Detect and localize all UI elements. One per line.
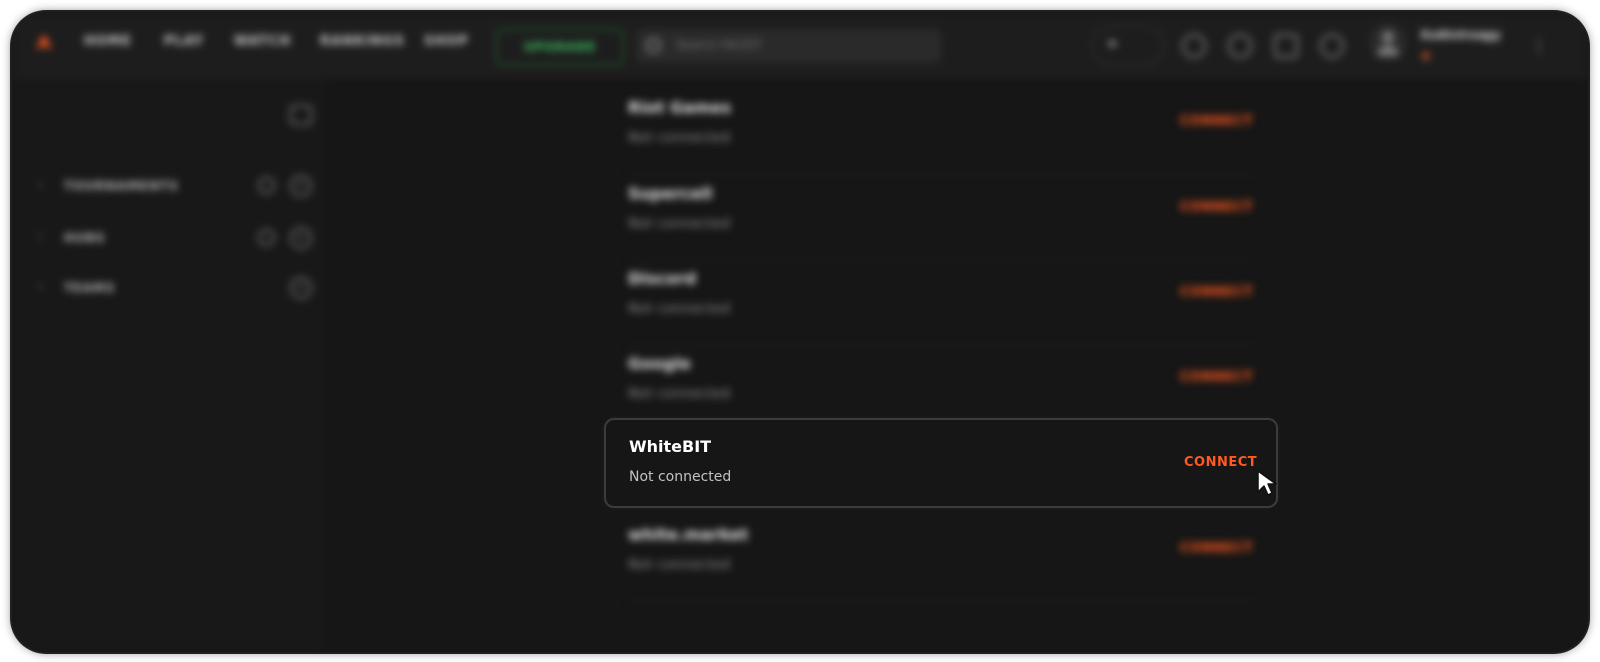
platform-name: Google: [628, 354, 691, 373]
search-tournaments-icon[interactable]: [258, 177, 275, 194]
connect-button[interactable]: CONNECT: [1180, 114, 1253, 129]
app-window: HOME PLAY WATCH RANKINGS SHOP UPGRADE Se…: [12, 12, 1588, 652]
platform-name: white.market: [628, 525, 749, 544]
blurred-background-layer: HOME PLAY WATCH RANKINGS SHOP UPGRADE Se…: [12, 12, 1588, 652]
connection-status: Not connected: [628, 557, 731, 573]
party-icon: ⚑: [1107, 38, 1118, 52]
connection-row: white.market Not connected CONNECT: [628, 515, 1253, 602]
help-icon[interactable]: [1182, 34, 1206, 58]
platform-name: Supercell: [628, 184, 713, 203]
search-placeholder: Search FACEIT: [676, 38, 762, 52]
platform-name: Riot Games: [628, 98, 731, 117]
sidebar: › TOURNAMENTS + › HUBS + › TEAMS +: [12, 81, 323, 652]
connection-row: Google Not connected CONNECT: [628, 344, 1253, 431]
add-team-icon[interactable]: +: [290, 277, 312, 299]
connect-button[interactable]: CONNECT: [1180, 370, 1253, 385]
nav-shop[interactable]: SHOP: [424, 34, 469, 49]
top-navigation-bar: HOME PLAY WATCH RANKINGS SHOP UPGRADE Se…: [12, 12, 1588, 81]
search-icon: [646, 38, 661, 53]
connection-status: Not connected: [628, 301, 731, 317]
search-hubs-icon[interactable]: [258, 229, 275, 246]
sidebar-item-label: TEAMS: [64, 281, 116, 295]
more-menu-icon[interactable]: ⋮: [1530, 38, 1548, 56]
connect-button[interactable]: CONNECT: [1180, 285, 1253, 300]
connection-row: Riot Games Not connected CONNECT: [628, 88, 1253, 175]
search-input[interactable]: Search FACEIT: [636, 29, 941, 63]
party-toggle[interactable]: ⚑: [1092, 26, 1164, 66]
mouse-pointer-icon: [1257, 470, 1277, 496]
upgrade-button[interactable]: UPGRADE: [496, 29, 624, 65]
connection-status: Not connected: [628, 386, 731, 402]
inbox-icon[interactable]: [1274, 34, 1298, 58]
nav-home[interactable]: HOME: [84, 34, 132, 49]
nav-play[interactable]: PLAY: [164, 34, 204, 49]
connection-row: Discord Not connected CONNECT: [628, 259, 1253, 346]
faceit-logo-icon[interactable]: [36, 34, 52, 50]
avatar-body: [1377, 45, 1399, 56]
connection-status: Not connected: [629, 469, 732, 485]
sidebar-item-label: TOURNAMENTS: [64, 179, 179, 193]
nav-rankings[interactable]: RANKINGS: [320, 34, 405, 49]
connect-whitebit-button[interactable]: CONNECT: [1184, 455, 1257, 470]
add-hub-icon[interactable]: +: [290, 227, 312, 249]
connection-status: Not connected: [628, 216, 731, 232]
connection-row-whitebit: WhiteBIT Not connected CONNECT: [606, 420, 1276, 506]
platform-name: WhiteBIT: [629, 437, 712, 456]
chevron-right-icon: ›: [38, 229, 43, 243]
avatar[interactable]: [1370, 24, 1406, 60]
chevron-right-icon: ›: [38, 279, 43, 293]
avatar-head: [1382, 31, 1394, 43]
add-tournament-icon[interactable]: +: [290, 175, 312, 197]
user-name[interactable]: XxAlvIrxagy: [1420, 28, 1501, 42]
nav-watch[interactable]: WATCH: [234, 34, 291, 49]
collapse-sidebar-icon[interactable]: [290, 105, 312, 125]
platform-name: Discord: [628, 269, 697, 288]
connect-button[interactable]: CONNECT: [1180, 200, 1253, 215]
friends-icon[interactable]: [1228, 34, 1252, 58]
notifications-bell-icon[interactable]: [1320, 34, 1344, 58]
connection-row: Supercell Not connected CONNECT: [628, 174, 1253, 261]
connection-status: Not connected: [628, 130, 731, 146]
user-coins: 0: [1422, 50, 1430, 63]
sidebar-item-label: HUBS: [64, 231, 106, 245]
connect-button[interactable]: CONNECT: [1180, 541, 1253, 556]
chevron-right-icon: ›: [38, 177, 43, 191]
